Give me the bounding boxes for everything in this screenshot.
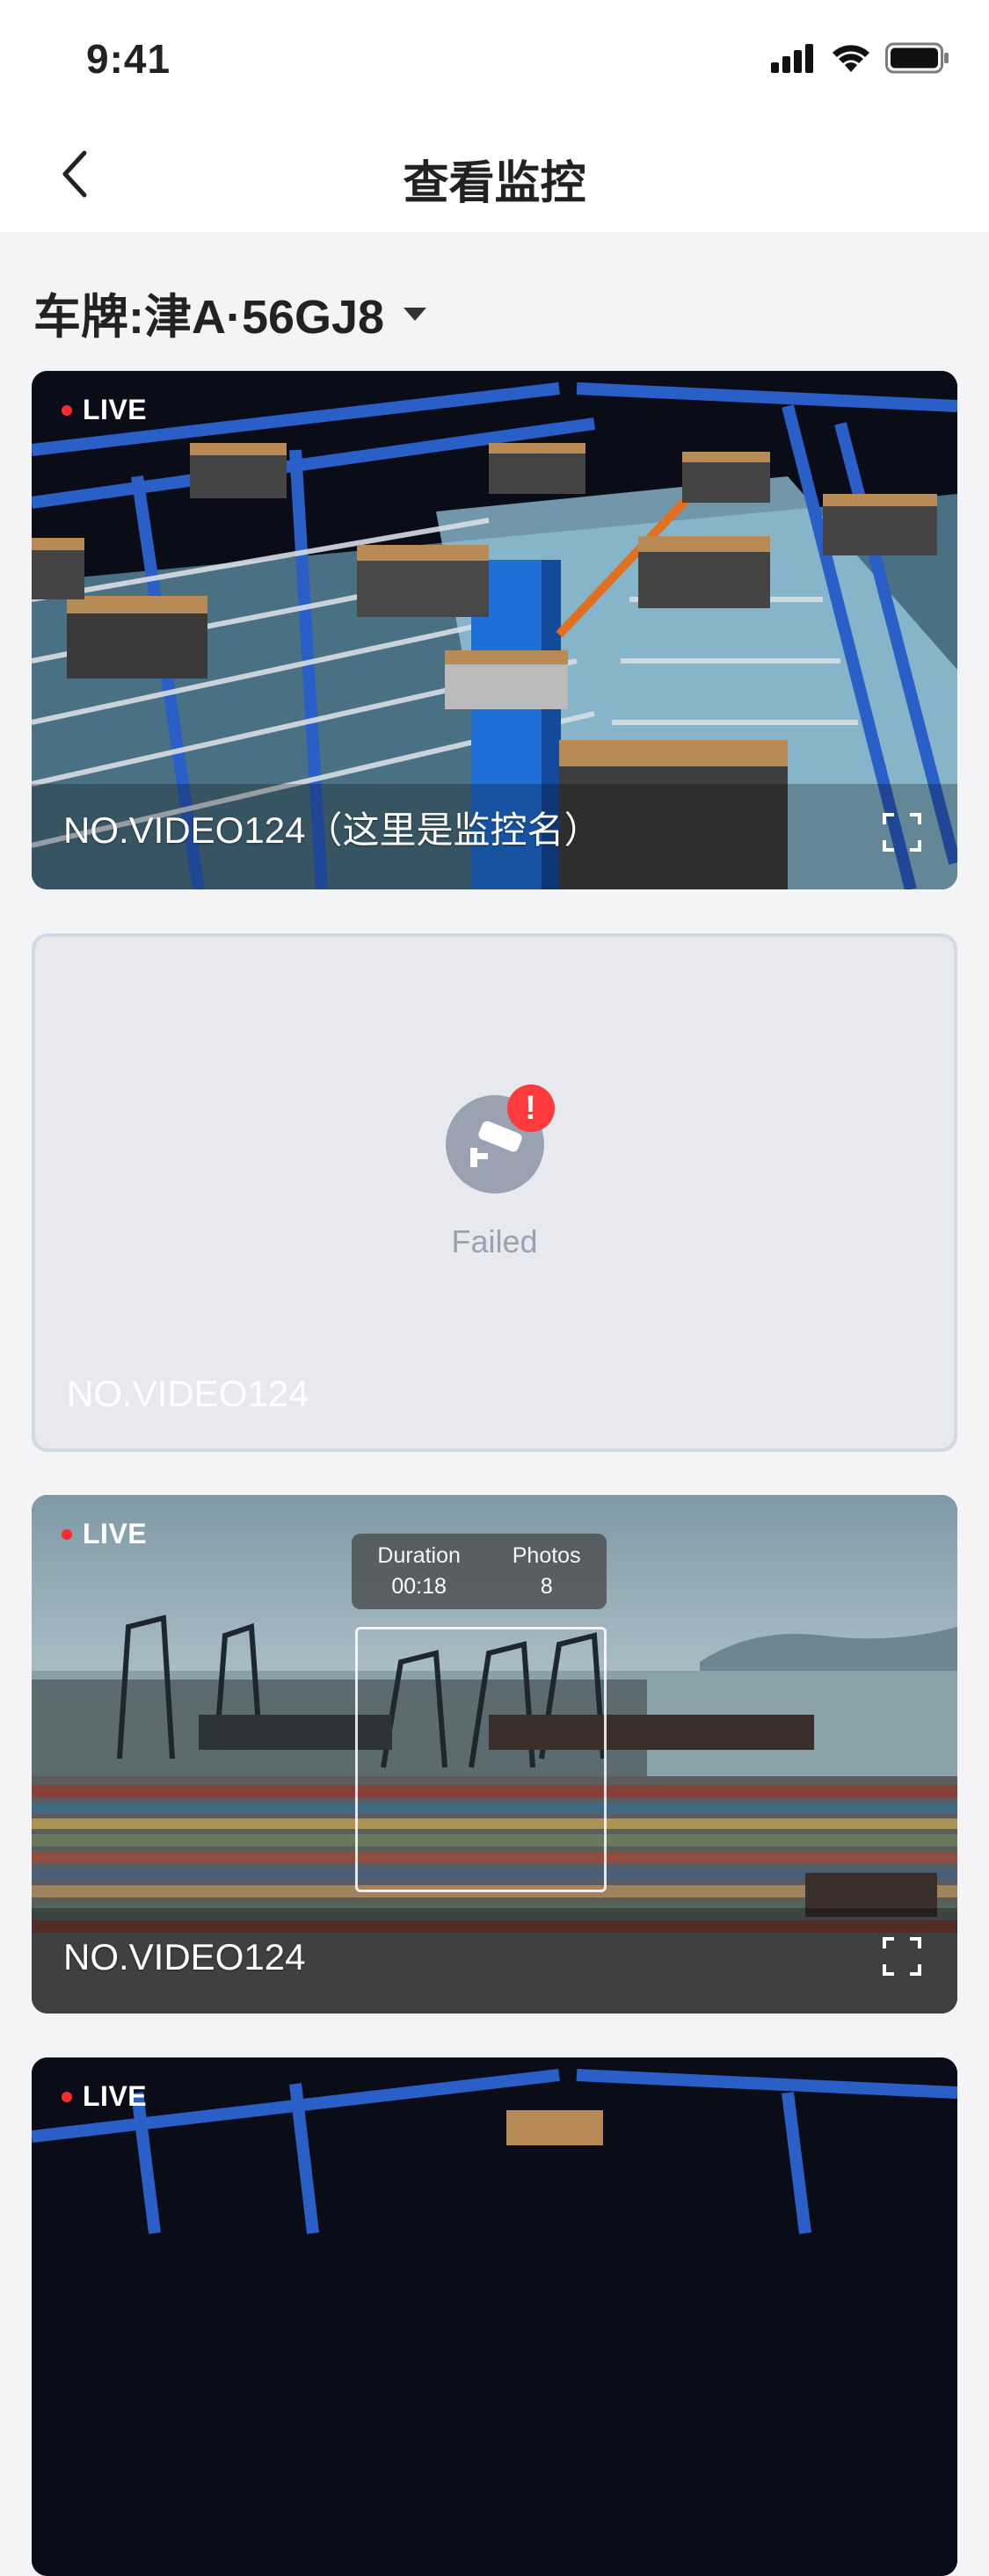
dropdown-caret-icon [404,308,427,321]
live-badge: LIVE [62,394,147,426]
photos-block: Photos 8 [513,1543,581,1600]
fullscreen-icon[interactable] [882,1936,922,1977]
photos-value: 8 [540,1574,553,1599]
duration-value: 00:18 [391,1574,447,1599]
live-label: LIVE [83,394,148,425]
plate-selector[interactable]: 车牌:津A·56GJ8 [33,278,427,347]
warehouse-feed-image [32,2057,957,2576]
status-icons [769,42,950,74]
battery-icon [885,42,949,74]
focus-frame [355,1627,607,1892]
live-label: LIVE [83,1518,148,1549]
duration-label: Duration [377,1543,461,1568]
live-badge: LIVE [62,2080,147,2113]
live-label: LIVE [83,2080,148,2112]
live-dot [62,404,72,416]
camera-name: NO.VIDEO124 [63,1936,306,1977]
duration-block: Duration 00:18 [377,1543,461,1600]
wifi-icon [833,45,869,72]
plate-label: 车牌:津A·56GJ8 [33,291,385,344]
signal-icon [771,44,813,73]
alert-badge: ! [506,1085,555,1132]
live-badge: LIVE [62,1518,147,1550]
photos-label: Photos [512,1543,581,1568]
nav-bar: 查看监控 [0,116,989,232]
camera-card-4[interactable]: LIVE [32,2057,957,2576]
camera-card-2[interactable]: ! Failed NO.VIDEO124 [32,933,957,1452]
failed-text: Failed [451,1223,538,1259]
live-dot [62,2091,72,2102]
status-bar: 9:41 [0,0,989,116]
camera-card-3[interactable]: Duration 00:18 Photos 8 LIVE NO.VIDEO124 [32,1495,957,2014]
failed-icon-wrap: ! [445,1085,555,1194]
status-time: 9:41 [86,36,171,82]
failed-state: ! Failed [35,1085,954,1260]
camera-card-1[interactable]: LIVE NO.VIDEO124（这里是监控名） [32,371,957,889]
fullscreen-icon[interactable] [882,812,922,853]
camera-name: NO.VIDEO124（这里是监控名） [63,809,601,851]
live-dot [62,1528,72,1540]
capture-overlay: Duration 00:18 Photos 8 [352,1534,607,1609]
page-title: 查看监控 [403,158,586,209]
camera-name: NO.VIDEO124 [67,1373,309,1414]
